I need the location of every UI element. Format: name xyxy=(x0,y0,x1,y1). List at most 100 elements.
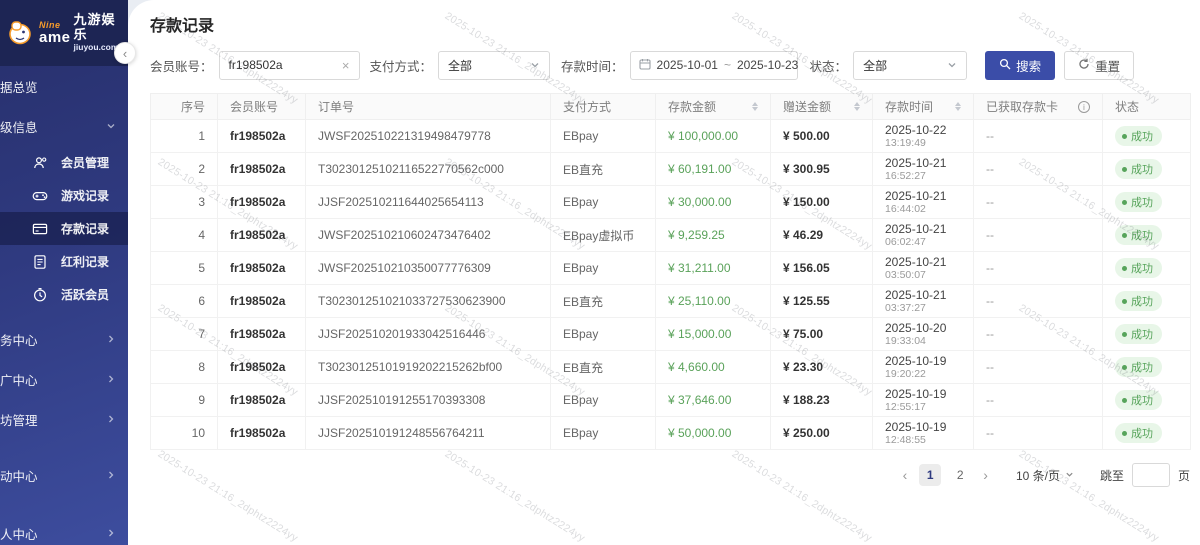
cell-status: 成功 xyxy=(1103,252,1191,285)
page-button-1[interactable]: 1 xyxy=(919,464,941,486)
cell-order-number: JJSF202510191248556764211 xyxy=(306,417,551,450)
cell-bonus-amount: ¥ 250.00 xyxy=(771,417,873,450)
sidebar-item-agent-info[interactable]: 级信息 xyxy=(0,106,128,146)
chevron-down-icon xyxy=(106,121,116,131)
card-icon xyxy=(32,221,48,237)
sidebar-item-active-members[interactable]: 活跃会员 xyxy=(0,278,128,311)
cell-index: 1 xyxy=(151,120,218,153)
cell-order-number: JWSF202510210602473476402 xyxy=(306,219,551,252)
cell-bonus-amount: ¥ 75.00 xyxy=(771,318,873,351)
cell-deposit-time: 2025-10-2103:50:07 xyxy=(873,252,974,285)
cell-deposit-amount: ¥ 25,110.00 xyxy=(656,285,771,318)
cell-deposit-card: -- xyxy=(974,351,1103,384)
chevron-right-icon xyxy=(106,374,116,384)
sidebar-item-deposit-records[interactable]: 存款记录 xyxy=(0,212,128,245)
sidebar-nav: 据总览级信息会员管理游戏记录存款记录红利记录活跃会员务中心广中心坊管理动中心人中… xyxy=(0,66,128,545)
table-row: 3fr198502aJJSF202510211644025654113EBpay… xyxy=(151,186,1191,219)
search-button-label: 搜索 xyxy=(1016,56,1041,75)
cell-deposit-amount: ¥ 15,000.00 xyxy=(656,318,771,351)
sidebar-item-label: 人中心 xyxy=(0,524,38,543)
payment-method-select[interactable]: 全部 xyxy=(438,51,550,80)
sidebar-item-finance-center[interactable]: 务中心 xyxy=(0,319,128,359)
status-select-value: 全部 xyxy=(863,57,887,74)
page-size-value: 10 条/页 xyxy=(1016,467,1060,484)
sidebar-item-label: 存款记录 xyxy=(61,220,109,237)
col-header-account: 会员账号 xyxy=(218,94,306,120)
sidebar-item-overview[interactable]: 据总览 xyxy=(0,66,128,106)
cell-order-number: JJSF202510201933042516446 xyxy=(306,318,551,351)
sidebar-item-personal-center[interactable]: 人中心 xyxy=(0,513,128,545)
jump-to-label: 跳至 xyxy=(1100,467,1124,484)
cell-bonus-amount: ¥ 125.55 xyxy=(771,285,873,318)
cell-deposit-amount: ¥ 60,191.00 xyxy=(656,153,771,186)
cell-account: fr198502a xyxy=(218,351,306,384)
sidebar-item-promo-center[interactable]: 广中心 xyxy=(0,359,128,399)
jump-page-suffix: 页 xyxy=(1178,467,1190,484)
logo[interactable]: Nine ame 九游娱乐 jiuyou.com xyxy=(0,0,128,66)
table-header-row: 序号 会员账号 订单号 支付方式 存款金额 赠送金额 xyxy=(151,94,1191,120)
cell-payment-method: EBpay xyxy=(551,120,656,153)
gamepad-icon xyxy=(32,188,48,204)
status-dot-icon xyxy=(1122,266,1127,271)
cell-order-number: JWSF202510221319498479778 xyxy=(306,120,551,153)
sidebar-item-bonus-records[interactable]: 红利记录 xyxy=(0,245,128,278)
page-button-2[interactable]: 2 xyxy=(949,464,971,486)
cell-order-number: T30230125102116522770562c000 xyxy=(306,153,551,186)
sidebar-item-label: 活跃会员 xyxy=(61,286,109,303)
chevron-right-icon xyxy=(106,334,116,344)
cell-account: fr198502a xyxy=(218,252,306,285)
sidebar-collapse-button[interactable]: ‹ xyxy=(114,42,136,64)
clear-input-icon[interactable]: × xyxy=(342,58,350,73)
sort-icon[interactable] xyxy=(752,102,758,111)
col-header-amount[interactable]: 存款金额 xyxy=(656,94,771,120)
cell-index: 2 xyxy=(151,153,218,186)
table-body: 1fr198502aJWSF202510221319498479778EBpay… xyxy=(151,120,1191,450)
search-icon xyxy=(999,58,1011,73)
sidebar-item-label: 广中心 xyxy=(0,370,38,389)
table-row: 7fr198502aJJSF202510201933042516446EBpay… xyxy=(151,318,1191,351)
cell-deposit-amount: ¥ 30,000.00 xyxy=(656,186,771,219)
cell-deposit-time: 2025-10-2103:37:27 xyxy=(873,285,974,318)
cell-deposit-time: 2025-10-2019:33:04 xyxy=(873,318,974,351)
col-header-order: 订单号 xyxy=(306,94,551,120)
status-select[interactable]: 全部 xyxy=(853,51,967,80)
reset-button[interactable]: 重置 xyxy=(1064,51,1134,80)
col-header-index: 序号 xyxy=(151,94,218,120)
user-icon xyxy=(32,155,48,171)
status-badge: 成功 xyxy=(1115,192,1162,212)
jump-page-input[interactable] xyxy=(1132,463,1170,487)
account-input[interactable]: fr198502a × xyxy=(219,51,360,80)
filter-bar: 会员账号： fr198502a × 支付方式： 全部 存款时间： 2025-10… xyxy=(150,50,1190,80)
page-size-select[interactable]: 10 条/页 xyxy=(1016,467,1074,484)
cell-bonus-amount: ¥ 500.00 xyxy=(771,120,873,153)
prev-page-button[interactable]: ‹ xyxy=(899,467,912,483)
cell-payment-method: EBpay xyxy=(551,384,656,417)
status-dot-icon xyxy=(1122,332,1127,337)
col-header-bonus[interactable]: 赠送金额 xyxy=(771,94,873,120)
status-dot-icon xyxy=(1122,233,1127,238)
date-range-picker[interactable]: 2025-10-01 ~ 2025-10-23 xyxy=(630,51,798,80)
pagination: ‹ 1 2 › 10 条/页 跳至 页 xyxy=(150,463,1190,487)
table-row: 10fr198502aJJSF202510191248556764211EBpa… xyxy=(151,417,1191,450)
cell-bonus-amount: ¥ 150.00 xyxy=(771,186,873,219)
col-header-time[interactable]: 存款时间 xyxy=(873,94,974,120)
sidebar-item-member-mgmt[interactable]: 会员管理 xyxy=(0,146,128,179)
sort-icon[interactable] xyxy=(955,102,961,111)
cell-bonus-amount: ¥ 23.30 xyxy=(771,351,873,384)
cell-deposit-amount: ¥ 50,000.00 xyxy=(656,417,771,450)
status-badge: 成功 xyxy=(1115,324,1162,344)
sidebar-item-activity-center[interactable]: 动中心 xyxy=(0,455,128,495)
deposit-time-filter-label: 存款时间： xyxy=(561,56,624,75)
table-row: 5fr198502aJWSF202510210350077776309EBpay… xyxy=(151,252,1191,285)
search-button[interactable]: 搜索 xyxy=(985,51,1055,80)
table-row: 6fr198502aT302301251021033727530623900EB… xyxy=(151,285,1191,318)
sort-icon[interactable] xyxy=(854,102,860,111)
info-icon[interactable]: i xyxy=(1078,101,1090,113)
cell-order-number: T30230125101919202215262bf00 xyxy=(306,351,551,384)
sidebar-item-shop-mgmt[interactable]: 坊管理 xyxy=(0,399,128,439)
status-filter-label: 状态： xyxy=(810,56,848,75)
cell-status: 成功 xyxy=(1103,219,1191,252)
sidebar-item-game-records[interactable]: 游戏记录 xyxy=(0,179,128,212)
chevron-down-icon xyxy=(1065,468,1074,482)
next-page-button[interactable]: › xyxy=(979,467,992,483)
